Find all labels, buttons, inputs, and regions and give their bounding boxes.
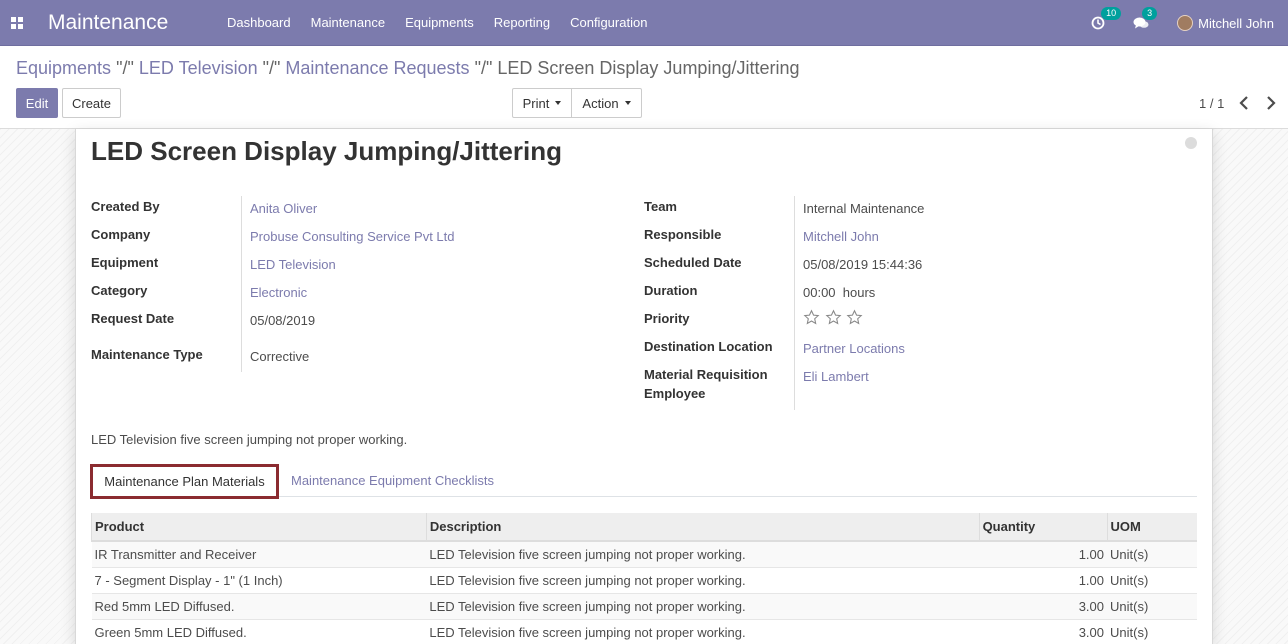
caret-down-icon: [624, 101, 631, 105]
field-scheduled-date[interactable]: 05/08/2019 15:44:36: [803, 257, 922, 272]
cell-description: LED Television five screen jumping not p…: [426, 541, 980, 568]
action-label: Action: [582, 95, 619, 111]
menu-equipments[interactable]: Equipments: [395, 0, 484, 46]
cell-quantity: 1.00: [979, 541, 1108, 568]
caret-down-icon: [555, 101, 562, 105]
menu-configuration[interactable]: Configuration: [560, 0, 657, 46]
breadcrumb-separator: "/": [262, 58, 281, 78]
field-divider: [241, 196, 242, 372]
field-company[interactable]: Probuse Consulting Service Pvt Ltd: [250, 229, 455, 244]
column-header-uom[interactable]: UOM: [1106, 513, 1197, 542]
breadcrumb: Equipments "/" LED Television "/" Mainte…: [16, 58, 800, 79]
field-equipment[interactable]: LED Television: [250, 257, 336, 272]
field-destination-location[interactable]: Partner Locations: [803, 341, 905, 356]
record-title: LED Screen Display Jumping/Jittering: [91, 136, 562, 166]
field-label-material-requisition: Material Requisition: [644, 367, 768, 382]
breadcrumb-equipments[interactable]: Equipments: [16, 58, 111, 78]
tab-maintenance-equipment-checklists[interactable]: Maintenance Equipment Checklists: [291, 473, 494, 488]
field-label-responsible: Responsible: [644, 227, 722, 242]
field-label-team: Team: [644, 199, 677, 214]
print-label: Print: [522, 95, 550, 111]
edit-button[interactable]: Edit: [16, 88, 58, 118]
cell-quantity: 1.00: [979, 567, 1108, 594]
cell-quantity: 3.00: [979, 619, 1108, 644]
menu-dashboard[interactable]: Dashboard: [217, 0, 301, 46]
user-name: Mitchell John: [1198, 15, 1274, 31]
cell-uom: Unit(s): [1107, 567, 1197, 594]
apps-menu-icon[interactable]: [0, 0, 34, 46]
print-dropdown-button[interactable]: Print: [512, 88, 572, 118]
chevron-left-icon[interactable]: [1239, 96, 1249, 110]
cell-description: LED Television five screen jumping not p…: [426, 567, 980, 594]
field-label-company: Company: [91, 227, 151, 242]
pager-value[interactable]: 1 / 1: [1199, 96, 1224, 111]
menu-maintenance[interactable]: Maintenance: [301, 0, 395, 46]
field-created-by[interactable]: Anita Oliver: [250, 201, 317, 216]
field-divider: [794, 196, 795, 410]
avatar: [1177, 15, 1194, 31]
description-text[interactable]: LED Television five screen jumping not p…: [91, 432, 407, 447]
main-menu: Dashboard Maintenance Equipments Reporti…: [217, 0, 657, 46]
table-row[interactable]: Green 5mm LED Diffused. LED Television f…: [91, 619, 1197, 644]
field-label-request-date: Request Date: [91, 311, 175, 326]
messaging-menu[interactable]: 3: [1133, 7, 1158, 30]
field-category[interactable]: Electronic: [250, 285, 307, 300]
cell-uom: Unit(s): [1107, 619, 1197, 644]
top-navbar: Maintenance Dashboard Maintenance Equipm…: [0, 0, 1288, 46]
priority-star-icon[interactable]: [846, 309, 863, 326]
app-title[interactable]: Maintenance: [48, 11, 217, 35]
field-label-created-by: Created By: [91, 199, 160, 214]
field-request-date[interactable]: 05/08/2019: [250, 313, 315, 328]
table-header-row: Product Description Quantity UOM: [91, 513, 1197, 542]
cell-uom: Unit(s): [1107, 593, 1197, 620]
tab-maintenance-plan-materials[interactable]: Maintenance Plan Materials: [90, 464, 279, 499]
field-label-destination-location: Destination Location: [644, 339, 773, 354]
breadcrumb-current: LED Screen Display Jumping/Jittering: [497, 58, 800, 78]
cell-description: LED Television five screen jumping not p…: [426, 619, 980, 644]
activity-menu[interactable]: 10: [1091, 7, 1122, 30]
cell-product: 7 - Segment Display - 1" (1 Inch): [91, 567, 427, 594]
field-label-scheduled-date: Scheduled Date: [644, 255, 742, 270]
column-header-description[interactable]: Description: [425, 513, 980, 542]
priority-star-icon[interactable]: [803, 309, 820, 326]
cell-uom: Unit(s): [1107, 541, 1197, 568]
field-team[interactable]: Internal Maintenance: [803, 201, 924, 216]
menu-reporting[interactable]: Reporting: [484, 0, 560, 46]
field-material-requisition-employee[interactable]: Eli Lambert: [803, 369, 869, 384]
messages-count-badge: 3: [1142, 7, 1158, 20]
activity-count-badge: 10: [1101, 7, 1122, 20]
table-row[interactable]: Red 5mm LED Diffused. LED Television fiv…: [91, 593, 1197, 620]
breadcrumb-led-television[interactable]: LED Television: [139, 58, 258, 78]
field-label-duration: Duration: [644, 283, 698, 298]
cell-quantity: 3.00: [979, 593, 1108, 620]
cell-product: IR Transmitter and Receiver: [91, 541, 427, 568]
table-row[interactable]: 7 - Segment Display - 1" (1 Inch) LED Te…: [91, 567, 1197, 594]
column-header-quantity[interactable]: Quantity: [978, 513, 1108, 542]
field-label-category: Category: [91, 283, 148, 298]
field-label-maintenance-type: Maintenance Type: [91, 347, 203, 362]
breadcrumb-maintenance-requests[interactable]: Maintenance Requests: [285, 58, 469, 78]
priority-star-icon[interactable]: [825, 309, 842, 326]
field-maintenance-type[interactable]: Corrective: [250, 349, 309, 364]
field-label-priority: Priority: [644, 311, 690, 326]
field-duration[interactable]: 00:00 hours: [803, 285, 875, 300]
status-indicator[interactable]: [1185, 137, 1197, 149]
cell-description: LED Television five screen jumping not p…: [426, 593, 980, 620]
create-button[interactable]: Create: [62, 88, 121, 118]
cell-product: Red 5mm LED Diffused.: [91, 593, 427, 620]
user-menu[interactable]: Mitchell John: [1177, 15, 1274, 31]
action-dropdown-button[interactable]: Action: [571, 88, 642, 118]
breadcrumb-separator: "/": [116, 58, 134, 78]
column-header-product[interactable]: Product: [91, 513, 427, 542]
field-label-equipment: Equipment: [91, 255, 159, 270]
cell-product: Green 5mm LED Diffused.: [91, 619, 427, 644]
chevron-right-icon[interactable]: [1266, 96, 1276, 110]
table-row[interactable]: IR Transmitter and Receiver LED Televisi…: [91, 541, 1197, 568]
field-responsible[interactable]: Mitchell John: [803, 229, 879, 244]
field-label-employee: Employee: [644, 386, 706, 401]
breadcrumb-separator: "/": [474, 58, 493, 78]
materials-table: Product Description Quantity UOM IR Tran…: [91, 513, 1197, 644]
